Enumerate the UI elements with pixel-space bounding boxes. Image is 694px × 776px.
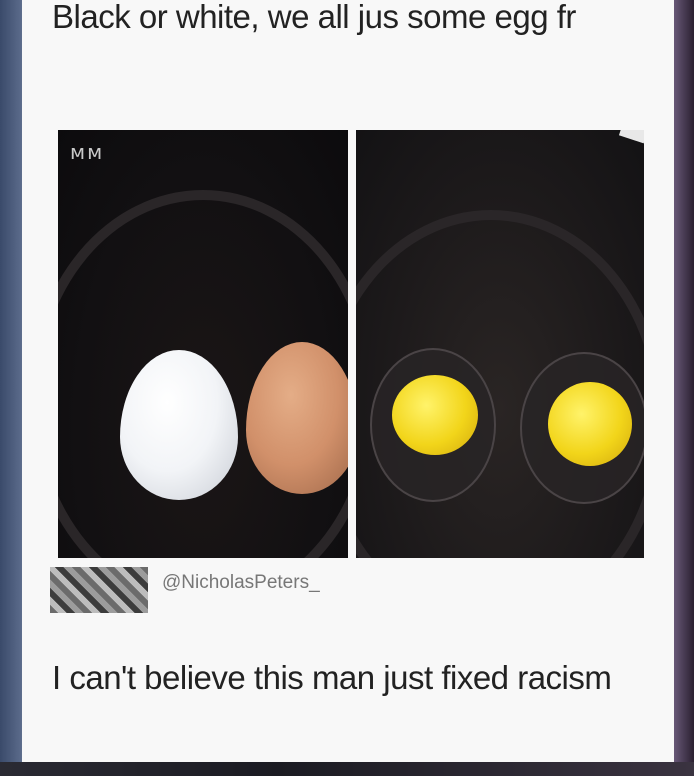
yolk-right <box>548 382 632 466</box>
top-caption: Black or white, we all jus some egg fr <box>52 0 576 35</box>
yolk-left <box>392 375 478 455</box>
whole-eggs-photo: ᴍᴍ <box>58 130 348 558</box>
cracked-eggs-photo <box>356 130 644 558</box>
author-handle[interactable]: @NicholasPeters_ <box>162 572 320 594</box>
bottom-caption: I can't believe this man just fixed raci… <box>52 659 612 696</box>
screen-edge <box>0 762 694 776</box>
attribution: @NicholasPeters_ <box>50 566 320 614</box>
avatar <box>50 567 148 613</box>
photo-mark: ᴍᴍ <box>70 140 105 164</box>
pan-handle <box>618 130 644 144</box>
meme-card: Black or white, we all jus some egg fr ᴍ… <box>22 0 674 762</box>
